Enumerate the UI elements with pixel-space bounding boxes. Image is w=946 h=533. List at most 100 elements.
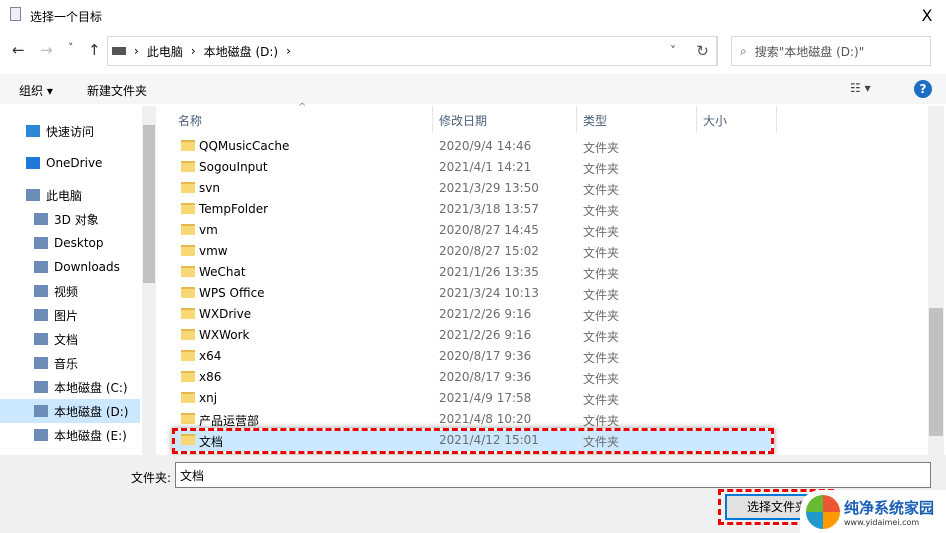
file-name: WXWork	[199, 328, 250, 342]
folder-label: 文件夹:	[131, 471, 172, 485]
highlight-annotation	[172, 428, 774, 454]
folder-icon	[181, 371, 195, 382]
file-type: 文件夹	[583, 288, 620, 302]
file-row[interactable]: x64 2020/8/17 9:36 文件夹	[172, 346, 772, 367]
cloud-icon	[26, 157, 40, 169]
column-date[interactable]: 修改日期	[439, 112, 487, 129]
breadcrumb-this-pc[interactable]: 此电脑	[147, 43, 183, 60]
sidebar-item[interactable]: 文档	[0, 327, 140, 351]
column-name[interactable]: 名称	[178, 112, 202, 129]
sidebar-item[interactable]: 图片	[0, 303, 140, 327]
file-type: 文件夹	[583, 309, 620, 323]
chevron-down-icon[interactable]: ˅	[670, 44, 676, 58]
folder-icon	[181, 350, 195, 361]
search-placeholder: 搜索"本地磁盘 (D:)"	[754, 44, 865, 59]
file-row[interactable]: TempFolder 2021/3/18 13:57 文件夹	[172, 199, 772, 220]
file-row[interactable]: vm 2020/8/27 14:45 文件夹	[172, 220, 772, 241]
recent-dropdown[interactable]: ˅	[68, 41, 74, 54]
sidebar-item-label: 图片	[54, 308, 79, 323]
nav-buttons: ← → ˅ ↑	[0, 36, 110, 66]
file-row[interactable]: 产品运营部 2021/4/8 10:20 文件夹	[172, 409, 772, 430]
sidebar-item-label: 视频	[54, 284, 79, 299]
file-type: 文件夹	[583, 246, 620, 260]
file-row[interactable]: svn 2021/3/29 13:50 文件夹	[172, 178, 772, 199]
folder-icon	[181, 203, 195, 214]
file-row[interactable]: WXWork 2021/2/26 9:16 文件夹	[172, 325, 772, 346]
computer-icon	[26, 189, 40, 201]
column-type[interactable]: 类型	[583, 112, 607, 129]
sidebar-item[interactable]: OneDrive	[0, 151, 140, 175]
sidebar-item[interactable]: Desktop	[0, 231, 140, 255]
file-row[interactable]: SogouInput 2021/4/1 14:21 文件夹	[172, 157, 772, 178]
file-date: 2020/8/27 15:02	[439, 244, 539, 258]
sidebar-item[interactable]: 音乐	[0, 351, 140, 375]
folder-icon	[181, 413, 195, 424]
file-type: 文件夹	[583, 204, 620, 218]
file-date: 2020/9/4 14:46	[439, 139, 532, 153]
file-date: 2021/2/26 9:16	[439, 307, 532, 321]
sidebar-item-label: 此电脑	[46, 188, 83, 203]
document-icon	[34, 333, 48, 345]
watermark-logo: 纯净系统家园 www.yidaimei.com	[800, 490, 946, 533]
file-date: 2021/3/29 13:50	[439, 181, 539, 195]
folder-icon	[181, 308, 195, 319]
file-date: 2021/1/26 13:35	[439, 265, 539, 279]
file-type: 文件夹	[583, 141, 620, 155]
organize-button[interactable]: 组织 ▾	[19, 82, 53, 99]
sidebar-item[interactable]: 此电脑	[0, 183, 140, 207]
title-bar: 选择一个目标 X	[0, 0, 946, 32]
file-date: 2020/8/17 9:36	[439, 370, 532, 384]
new-folder-button[interactable]: 新建文件夹	[87, 82, 147, 99]
sidebar-item[interactable]: Downloads	[0, 255, 140, 279]
file-name: WeChat	[199, 265, 246, 279]
up-button[interactable]: ↑	[88, 41, 101, 59]
sort-up-icon: ^	[298, 102, 307, 113]
file-name: xnj	[199, 391, 218, 405]
folder-icon	[181, 392, 195, 403]
file-name: WXDrive	[199, 307, 252, 321]
refresh-button[interactable]: ↻	[688, 36, 718, 66]
folder-icon	[181, 161, 195, 172]
sidebar-item[interactable]: 快速访问	[0, 119, 140, 143]
file-row[interactable]: WXDrive 2021/2/26 9:16 文件夹	[172, 304, 772, 325]
sidebar-scroll-thumb[interactable]	[143, 125, 155, 283]
file-name: 产品运营部	[199, 414, 260, 428]
column-size[interactable]: 大小	[703, 112, 727, 129]
file-row[interactable]: WeChat 2021/1/26 13:35 文件夹	[172, 262, 772, 283]
sidebar-item[interactable]: 本地磁盘 (C:)	[0, 375, 140, 399]
desktop-icon	[34, 237, 48, 249]
sidebar-item-label: 3D 对象	[54, 212, 99, 227]
help-button[interactable]: ?	[914, 80, 932, 98]
forward-button[interactable]: →	[40, 41, 53, 59]
sidebar-item[interactable]: 本地磁盘 (E:)	[0, 423, 140, 447]
music-icon	[34, 357, 48, 369]
close-button[interactable]: X	[914, 4, 940, 28]
folder-input[interactable]	[175, 462, 931, 488]
file-type: 文件夹	[583, 225, 620, 239]
chevron-right-icon: ›	[286, 44, 291, 58]
file-row[interactable]: vmw 2020/8/27 15:02 文件夹	[172, 241, 772, 262]
sidebar-item[interactable]: 3D 对象	[0, 207, 140, 231]
file-name: x86	[199, 370, 222, 384]
file-type: 文件夹	[583, 414, 620, 428]
file-row[interactable]: x86 2020/8/17 9:36 文件夹	[172, 367, 772, 388]
file-row[interactable]: WPS Office 2021/3/24 10:13 文件夹	[172, 283, 772, 304]
breadcrumb-drive-d[interactable]: 本地磁盘 (D:)	[204, 43, 278, 60]
sidebar-item[interactable]: 本地磁盘 (D:)	[0, 399, 140, 423]
address-bar[interactable]: › 此电脑 › 本地磁盘 (D:) › ˅	[107, 36, 717, 66]
back-button[interactable]: ←	[12, 41, 25, 59]
file-row[interactable]: xnj 2021/4/9 17:58 文件夹	[172, 388, 772, 409]
view-options-button[interactable]: ☷ ▾	[850, 81, 871, 95]
file-list-scroll-thumb[interactable]	[929, 308, 943, 436]
sidebar-item-label: OneDrive	[46, 156, 103, 170]
file-row[interactable]: QQMusicCache 2020/9/4 14:46 文件夹	[172, 136, 772, 157]
file-type: 文件夹	[583, 162, 620, 176]
file-name: TempFolder	[199, 202, 269, 216]
sidebar-item-label: 本地磁盘 (C:)	[54, 380, 128, 395]
search-icon: ⌕	[740, 43, 747, 58]
navigation-pane: 快速访问 OneDrive 此电脑 3D 对象 Desktop Downloads 视频图片…	[0, 106, 142, 455]
search-input[interactable]: ⌕ 搜索"本地磁盘 (D:)"	[731, 36, 931, 66]
sidebar-item-label: Desktop	[54, 236, 104, 250]
file-type: 文件夹	[583, 330, 620, 344]
sidebar-item[interactable]: 视频	[0, 279, 140, 303]
